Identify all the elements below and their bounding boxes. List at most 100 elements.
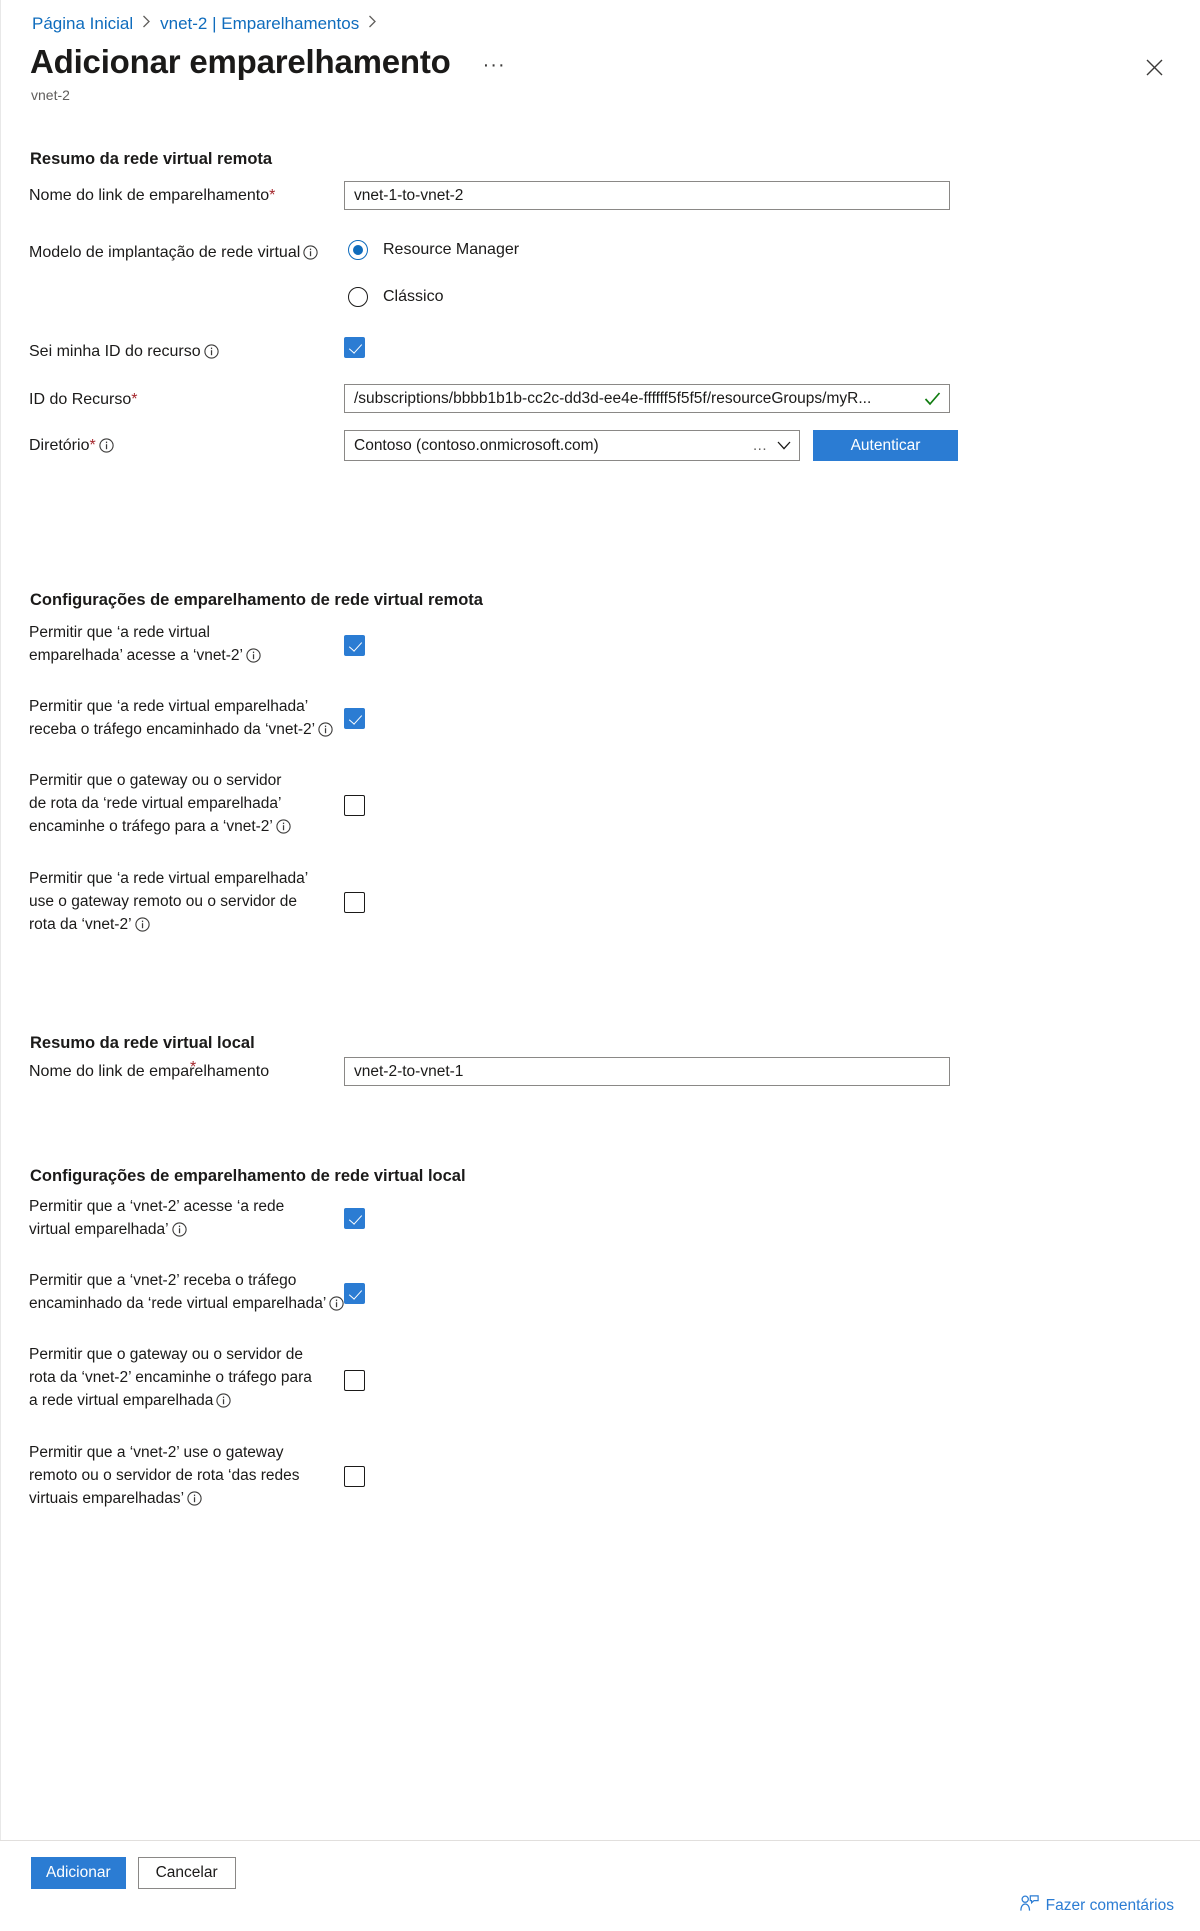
label-remote-option-1: Permitir que ‘a rede virtual emparelhada…: [29, 621, 339, 670]
label-directory-text: Diretório: [29, 437, 90, 454]
label-local-option-1-line-2: virtual emparelhada’: [29, 1221, 169, 1238]
title-row: Adicionar emparelhamento ···: [30, 42, 512, 82]
page-subtitle: vnet-2: [31, 87, 70, 103]
required-marker-directory: *: [89, 437, 96, 454]
label-remote-option-2-line-1: Permitir que ‘a rede virtual emparelhada…: [29, 698, 309, 715]
checkbox-remote-option-3[interactable]: [344, 795, 365, 816]
resource-id-value: /subscriptions/bbbb1b1b-cc2c-dd3d-ee4e-f…: [354, 390, 872, 407]
label-remote-option-4-line-2: use o gateway remoto ou o servidor de: [29, 893, 297, 910]
remote-peering-link-name-input[interactable]: vnet-1-to-vnet-2: [344, 181, 950, 210]
label-remote-option-3-line-2: de rota da ‘rede virtual emparelhada’: [29, 795, 282, 812]
label-resource-id: ID do Recurso*: [29, 388, 329, 411]
label-local-option-3-line-2: rota da ‘vnet-2’ encaminhe o tráfego par…: [29, 1369, 312, 1386]
required-marker-resource-id: *: [131, 391, 138, 408]
info-icon-local-option-4[interactable]: [187, 1490, 202, 1513]
label-remote-peering-link-name-text: Nome do link de emparelhamento: [29, 187, 270, 204]
label-deployment-model-text: Modelo de implantação de rede virtual: [29, 244, 301, 261]
checkbox-remote-option-1[interactable]: [344, 635, 365, 656]
label-local-option-4-line-1: Permitir que a ‘vnet-2’ use o gateway: [29, 1444, 284, 1461]
label-know-resource-id-text: Sei minha ID do recurso: [29, 343, 201, 360]
label-local-peering-link-name: Nome do link de emparelhamento: [29, 1060, 329, 1083]
label-remote-option-3-line-1: Permitir que o gateway ou o servidor: [29, 772, 282, 789]
more-options-button[interactable]: ···: [477, 55, 512, 75]
info-icon-directory[interactable]: [99, 437, 114, 460]
checkbox-local-option-4[interactable]: [344, 1466, 365, 1487]
resource-id-input[interactable]: /subscriptions/bbbb1b1b-cc2c-dd3d-ee4e-f…: [344, 384, 950, 413]
radio-resource-manager-indicator[interactable]: [348, 240, 368, 260]
blade-footer: Adicionar Cancelar Fazer comentários: [0, 1840, 1200, 1931]
label-remote-option-3: Permitir que o gateway ou o servidor de …: [29, 769, 339, 841]
section-title-remote-config: Configurações de emparelhamento de rede …: [30, 591, 483, 609]
section-title-remote-summary: Resumo da rede virtual remota: [30, 150, 273, 168]
info-icon-deployment-model[interactable]: [303, 244, 318, 267]
add-button[interactable]: Adicionar: [31, 1857, 126, 1889]
label-remote-option-4-line-1: Permitir que ‘a rede virtual emparelhada…: [29, 870, 309, 887]
info-icon-remote-option-4[interactable]: [134, 916, 150, 939]
page-title: Adicionar emparelhamento: [30, 43, 451, 80]
label-remote-option-4-line-3: rota da ‘vnet-2’: [29, 916, 132, 933]
checkbox-know-resource-id[interactable]: [344, 337, 365, 358]
info-icon-local-option-1[interactable]: [171, 1221, 187, 1244]
label-remote-option-4: Permitir que ‘a rede virtual emparelhada…: [29, 867, 349, 939]
checkbox-local-option-1[interactable]: [344, 1208, 365, 1229]
directory-dropdown[interactable]: Contoso (contoso.onmicrosoft.com) ...: [344, 430, 800, 461]
info-icon-remote-option-2[interactable]: [318, 721, 333, 744]
section-title-local-summary: Resumo da rede virtual local: [30, 1034, 255, 1052]
label-remote-peering-link-name: Nome do link de emparelhamento*: [29, 184, 329, 207]
label-local-option-1-line-1: Permitir que a ‘vnet-2’ acesse ‘a rede: [29, 1198, 285, 1215]
breadcrumb-separator-icon: [142, 13, 151, 35]
feedback-link[interactable]: Fazer comentários: [1019, 1895, 1174, 1917]
section-title-local-config: Configurações de emparelhamento de rede …: [30, 1167, 466, 1185]
info-icon-remote-option-1[interactable]: [246, 647, 261, 670]
breadcrumb: Página Inicial vnet-2 | Emparelhamentos: [32, 13, 386, 35]
breadcrumb-item-vnet2-peerings[interactable]: vnet-2 | Emparelhamentos: [160, 13, 359, 35]
label-directory: Diretório*: [29, 434, 329, 460]
label-local-option-3: Permitir que o gateway ou o servidor de …: [29, 1343, 349, 1415]
label-resource-id-text: ID do Recurso: [29, 391, 132, 408]
radio-classico-indicator[interactable]: [348, 287, 368, 307]
label-local-option-2-line-2: encaminhado da ‘rede virtual emparelhada…: [29, 1295, 327, 1312]
info-icon-local-option-2[interactable]: [329, 1295, 344, 1318]
checkbox-local-option-2[interactable]: [344, 1283, 365, 1304]
breadcrumb-separator-icon-2: [368, 13, 377, 35]
info-icon-know-resource-id[interactable]: [203, 343, 219, 366]
label-local-option-3-line-1: Permitir que o gateway ou o servidor de: [29, 1346, 303, 1363]
feedback-icon: [1019, 1895, 1039, 1917]
radio-classico[interactable]: Clássico: [348, 287, 443, 307]
text-cursor-artifact: *: [190, 1059, 197, 1076]
radio-resource-manager[interactable]: Resource Manager: [348, 240, 519, 260]
cancel-button[interactable]: Cancelar: [137, 1857, 236, 1889]
directory-dropdown-value: Contoso (contoso.onmicrosoft.com): [354, 436, 599, 454]
label-deployment-model: Modelo de implantação de rede virtual: [29, 241, 329, 267]
chevron-down-icon[interactable]: [777, 441, 791, 450]
valid-check-icon: [924, 391, 941, 406]
radio-classico-label: Clássico: [383, 288, 444, 305]
checkbox-local-option-3[interactable]: [344, 1370, 365, 1391]
local-peering-link-name-input[interactable]: vnet-2-to-vnet-1: [344, 1057, 950, 1086]
label-remote-option-2-line-2: receba o tráfego encaminhado da ‘vnet-2’: [29, 721, 316, 738]
info-icon-local-option-3[interactable]: [216, 1392, 232, 1415]
label-local-option-3-line-3: a rede virtual emparelhada: [29, 1392, 214, 1409]
label-know-resource-id: Sei minha ID do recurso: [29, 340, 329, 366]
close-icon[interactable]: [1139, 52, 1169, 82]
info-icon-remote-option-3[interactable]: [276, 818, 291, 841]
label-local-option-2-line-1: Permitir que a ‘vnet-2’ receba o tráfego: [29, 1272, 297, 1289]
label-local-option-2: Permitir que a ‘vnet-2’ receba o tráfego…: [29, 1269, 349, 1318]
label-remote-option-2: Permitir que ‘a rede virtual emparelhada…: [29, 695, 349, 744]
label-local-option-1: Permitir que a ‘vnet-2’ acesse ‘a rede v…: [29, 1195, 339, 1244]
label-local-option-4: Permitir que a ‘vnet-2’ use o gateway re…: [29, 1441, 349, 1513]
radio-resource-manager-label: Resource Manager: [383, 241, 520, 258]
authenticate-button[interactable]: Autenticar: [813, 430, 958, 461]
feedback-label: Fazer comentários: [1045, 1897, 1174, 1914]
checkbox-remote-option-4[interactable]: [344, 892, 365, 913]
label-local-peering-link-name-text: Nome do link de emparelhamento: [29, 1063, 270, 1080]
label-remote-option-1-line-1: Permitir que ‘a rede virtual: [29, 624, 210, 641]
breadcrumb-item-home[interactable]: Página Inicial: [32, 13, 133, 35]
footer-actions: Adicionar Cancelar: [31, 1857, 236, 1889]
label-local-option-4-line-2: remoto ou o servidor de rota ‘das redes: [29, 1467, 300, 1484]
checkbox-remote-option-2[interactable]: [344, 708, 365, 729]
directory-overflow-dots: ...: [752, 437, 767, 454]
label-local-option-4-line-3: virtuais emparelhadas’: [29, 1490, 185, 1507]
label-remote-option-3-line-3: encaminhe o tráfego para a ‘vnet-2’: [29, 818, 273, 835]
label-remote-option-1-line-2: emparelhada’ acesse a ‘vnet-2’: [29, 647, 243, 664]
